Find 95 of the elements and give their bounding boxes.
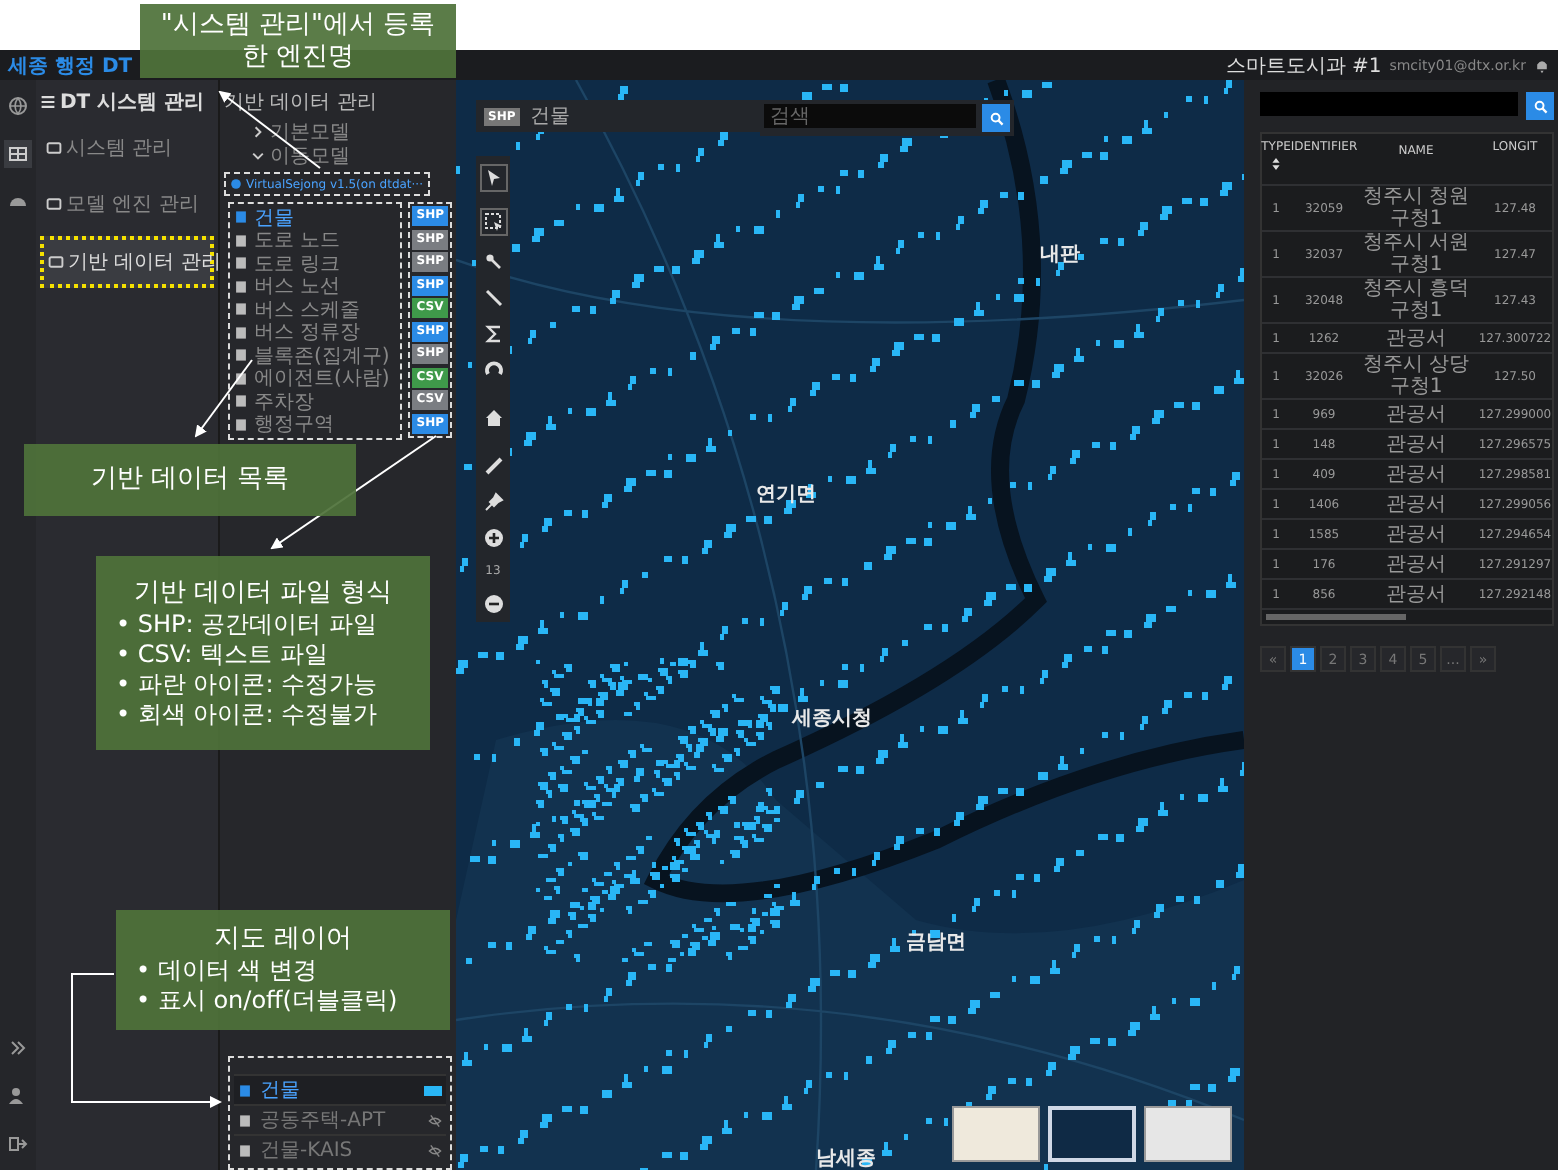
table-cell-text: 관공서 <box>1384 433 1448 455</box>
search-button[interactable] <box>1526 92 1554 120</box>
sigma-icon[interactable] <box>483 324 503 344</box>
layer-item[interactable]: 공동주택-APT <box>234 1104 446 1134</box>
callout-text: 기반 데이터 목록 <box>90 464 290 496</box>
search-button[interactable] <box>982 104 1010 132</box>
data-item[interactable]: 도로 노드 <box>234 229 397 252</box>
data-item[interactable]: 버스 노선 <box>234 275 397 298</box>
data-item[interactable]: 블록존(집계구) <box>234 344 397 367</box>
search-icon <box>989 111 1003 125</box>
callout-bullet: • 파란 아이콘: 수정가능 <box>114 669 378 699</box>
table-cell-text: 청주시 청원구청1 <box>1360 186 1472 230</box>
callout-text: 한 엔진명 <box>241 41 355 73</box>
basemap-thumbnail[interactable] <box>952 1106 1040 1162</box>
zoom-out-icon[interactable] <box>483 594 503 614</box>
table-cell-text: 청주시 상당구청1 <box>1360 354 1472 398</box>
eye-slash-icon[interactable] <box>428 1143 442 1157</box>
data-item[interactable]: 주차장 <box>234 390 397 413</box>
table-cell-text: 관공서 <box>1384 403 1448 425</box>
dot-icon <box>230 178 242 190</box>
user-department: 스마트도시과 #1 <box>1225 53 1382 79</box>
app-logo: 세종 행정 DT <box>8 53 133 79</box>
data-item[interactable]: 버스 정류장 <box>234 321 397 344</box>
square-icon <box>234 348 248 363</box>
table-cell-text: 관공서 <box>1384 583 1448 605</box>
table-cell-text: 관공서 <box>1384 553 1448 575</box>
nav-title-text: DT 시스템 관리 <box>60 90 205 116</box>
data-item[interactable]: 도로 링크 <box>234 252 397 275</box>
square-icon <box>238 1113 252 1127</box>
scrollbar[interactable] <box>1266 614 1406 620</box>
basemap-thumbnail[interactable] <box>1144 1106 1232 1162</box>
callout-bullet: • 데이터 색 변경 <box>134 956 318 986</box>
data-item[interactable]: 행정구역 <box>234 413 397 436</box>
zoom-in-icon[interactable] <box>483 528 503 548</box>
eye-slash-icon[interactable] <box>428 1113 442 1127</box>
square-icon <box>234 279 248 294</box>
node-icon[interactable] <box>483 252 503 272</box>
data-item[interactable]: 건물 <box>234 206 397 229</box>
rectangle-icon <box>48 254 64 270</box>
layer-name: 건물 <box>529 104 570 130</box>
home-icon[interactable] <box>483 408 503 428</box>
square-icon <box>238 1083 252 1097</box>
place-label: 연기면 <box>756 482 816 508</box>
square-icon <box>234 371 248 386</box>
place-label: 내판 <box>1040 242 1080 268</box>
place-label: 남세종 <box>816 1146 876 1170</box>
search-icon <box>1533 99 1547 113</box>
callout-bullet: • CSV: 텍스트 파일 <box>114 639 328 669</box>
table-cell-text: 관공서 <box>1384 493 1448 515</box>
nav-item[interactable]: 모델 엔진 관리 <box>40 180 214 228</box>
select-area-icon[interactable] <box>479 208 507 236</box>
color-swatch[interactable] <box>424 1085 442 1095</box>
callout-bullet: • 표시 on/off(더블클릭) <box>134 986 398 1016</box>
map-search-field[interactable]: 검색 <box>764 104 976 128</box>
square-icon <box>234 325 248 340</box>
pointer-icon[interactable] <box>479 164 507 192</box>
globe-icon[interactable] <box>4 92 32 120</box>
search-field[interactable] <box>1260 92 1518 116</box>
magnet-icon[interactable] <box>483 360 503 380</box>
square-icon <box>238 1143 252 1157</box>
sort-icon[interactable] <box>1270 158 1282 170</box>
nav-item[interactable]: 시스템 관리 <box>40 124 214 172</box>
menu-icon <box>40 94 56 110</box>
table-cell-text: 관공서 <box>1384 463 1448 485</box>
square-icon <box>234 256 248 271</box>
line-icon[interactable] <box>483 288 503 308</box>
square-icon <box>234 417 248 432</box>
bell-icon[interactable] <box>1534 57 1550 73</box>
square-icon <box>234 302 248 317</box>
square-icon <box>234 233 248 248</box>
pin-icon[interactable] <box>483 492 503 512</box>
callout-bullet: • 회색 아이콘: 수정불가 <box>114 699 378 729</box>
data-item[interactable]: 에이전트(사람) <box>234 367 397 390</box>
callout-text: 지도 레이어 <box>213 924 353 956</box>
table-cell-text: 관공서 <box>1384 327 1448 349</box>
annotation-arrow <box>194 359 253 438</box>
place-label: 금남면 <box>906 930 966 956</box>
grid-icon[interactable] <box>4 140 32 168</box>
table-cell-text: 관공서 <box>1384 523 1448 545</box>
ruler-icon[interactable] <box>483 456 503 476</box>
data-item[interactable]: 버스 스케줄 <box>234 298 397 321</box>
place-label: 세종시청 <box>792 706 872 732</box>
callout-bullet: • SHP: 공간데이터 파일 <box>114 609 377 639</box>
square-icon <box>234 210 248 225</box>
rectangle-icon <box>46 140 62 156</box>
layer-item[interactable]: 건물 <box>234 1074 446 1104</box>
table-cell-text: 청주시 서원구청1 <box>1360 232 1472 276</box>
callout-text: 기반 데이터 파일 형식 <box>133 577 393 609</box>
nav-item[interactable]: 기반 데이터 관리 <box>40 236 214 288</box>
callout-text: "시스템 관리"에서 등록 <box>160 9 436 41</box>
square-icon <box>234 394 248 409</box>
table-cell-text: 청주시 흥덕구청1 <box>1360 278 1472 322</box>
rectangle-icon <box>46 196 62 212</box>
layer-item[interactable]: 건물-KAIS <box>234 1134 446 1164</box>
map-drawing[interactable] <box>456 80 1244 1170</box>
